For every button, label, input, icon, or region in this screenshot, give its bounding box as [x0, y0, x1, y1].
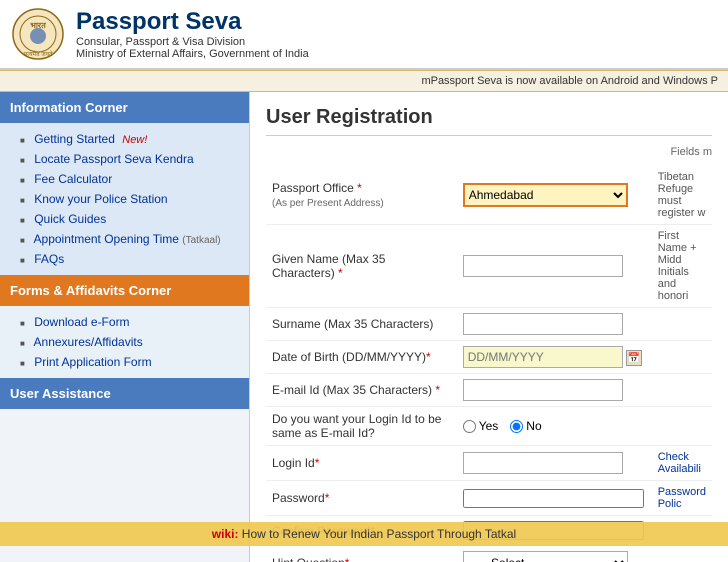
login-same-row: Do you want your Login Id to be same as …: [266, 407, 712, 446]
header-text: Passport Seva Consular, Passport & Visa …: [76, 8, 309, 60]
hint-question-row: Hint Question* ----- Select -----: [266, 546, 712, 562]
download-eform-link[interactable]: Download e-Form: [34, 315, 129, 329]
list-item[interactable]: Appointment Opening Time (Tatkaal): [0, 229, 249, 249]
subtitle-1: Consular, Passport & Visa Division: [76, 36, 309, 48]
passport-office-select[interactable]: Ahmedabad: [463, 183, 628, 207]
list-item[interactable]: Getting Started New!: [0, 129, 249, 149]
wiki-bar: wiki: How to Renew Your Indian Passport …: [0, 522, 728, 546]
radio-no[interactable]: [510, 420, 523, 433]
surname-input-cell: [457, 308, 650, 341]
email-input-cell: [457, 374, 650, 407]
appointment-opening-link[interactable]: Appointment Opening Time (Tatkaal): [34, 232, 221, 246]
surname-row: Surname (Max 35 Characters): [266, 308, 712, 341]
information-corner-nav: Getting Started New! Locate Passport Sev…: [0, 123, 249, 275]
list-item[interactable]: Quick Guides: [0, 209, 249, 229]
hint-question-label: Hint Question*: [266, 546, 457, 562]
list-item[interactable]: Download e-Form: [0, 312, 249, 332]
login-id-input-cell: [457, 446, 650, 481]
sidebar: Information Corner Getting Started New! …: [0, 92, 250, 562]
information-corner-header: Information Corner: [0, 92, 249, 123]
login-id-row: Login Id* Check Availabili: [266, 446, 712, 481]
user-assistance-header: User Assistance: [0, 378, 249, 409]
logo-icon: भारत सत्यमेव जयते: [12, 8, 64, 60]
password-policy-link[interactable]: Password Polic: [658, 486, 706, 510]
quick-guides-link[interactable]: Quick Guides: [34, 212, 106, 226]
know-police-station-link[interactable]: Know your Police Station: [34, 192, 167, 206]
main-layout: Information Corner Getting Started New! …: [0, 92, 728, 562]
calendar-icon[interactable]: 📅: [626, 350, 642, 366]
wiki-prefix: wiki:: [212, 527, 239, 541]
given-name-label: Given Name (Max 35 Characters) *: [266, 225, 457, 308]
login-same-label: Do you want your Login Id to be same as …: [266, 407, 457, 446]
password-input-cell: [457, 481, 650, 516]
header: भारत सत्यमेव जयते Passport Seva Consular…: [0, 0, 728, 70]
radio-yes-label[interactable]: Yes: [463, 419, 499, 433]
radio-yes[interactable]: [463, 420, 476, 433]
email-label: E-mail Id (Max 35 Characters) *: [266, 374, 457, 407]
login-id-input[interactable]: [463, 452, 623, 474]
svg-text:सत्यमेव जयते: सत्यमेव जयते: [23, 50, 53, 58]
password-policy-cell: Password Polic: [650, 481, 712, 516]
radio-no-label[interactable]: No: [510, 419, 541, 433]
content-area: User Registration Fields m Passport Offi…: [250, 92, 728, 562]
wiki-text: How to Renew Your Indian Passport Throug…: [242, 527, 516, 541]
login-same-radio-cell: Yes No: [457, 407, 650, 446]
hint-question-select-cell: ----- Select -----: [457, 546, 650, 562]
given-name-input-cell: [457, 225, 650, 308]
list-item[interactable]: Annexures/Affidavits: [0, 332, 249, 352]
passport-office-hint: Tibetan Refuge must register w: [650, 166, 712, 225]
registration-form: Passport Office * (As per Present Addres…: [266, 166, 712, 562]
list-item[interactable]: FAQs: [0, 249, 249, 269]
passport-office-row: Passport Office * (As per Present Addres…: [266, 166, 712, 225]
password-label: Password*: [266, 481, 457, 516]
subtitle-2: Ministry of External Affairs, Government…: [76, 48, 309, 60]
page-title: User Registration: [266, 106, 712, 136]
forms-corner-nav: Download e-Form Annexures/Affidavits Pri…: [0, 306, 249, 378]
dob-row: Date of Birth (DD/MM/YYYY)* 📅: [266, 341, 712, 374]
list-item[interactable]: Fee Calculator: [0, 169, 249, 189]
radio-group: Yes No: [463, 419, 644, 433]
forms-corner-header: Forms & Affidavits Corner: [0, 275, 249, 306]
list-item[interactable]: Know your Police Station: [0, 189, 249, 209]
email-input[interactable]: [463, 379, 623, 401]
email-row: E-mail Id (Max 35 Characters) *: [266, 374, 712, 407]
given-name-input[interactable]: [463, 255, 623, 277]
locate-kendra-link[interactable]: Locate Passport Seva Kendra: [34, 152, 193, 166]
getting-started-link[interactable]: Getting Started: [34, 132, 115, 146]
notification-bar: mPassport Seva is now available on Andro…: [0, 70, 728, 92]
annexures-link[interactable]: Annexures/Affidavits: [34, 335, 143, 349]
new-badge: New!: [122, 134, 147, 146]
list-item[interactable]: Locate Passport Seva Kendra: [0, 149, 249, 169]
given-name-hint: First Name + Midd Initials and honori: [650, 225, 712, 308]
hint-question-select[interactable]: ----- Select -----: [463, 551, 628, 562]
login-id-label: Login Id*: [266, 446, 457, 481]
check-availability-cell: Check Availabili: [650, 446, 712, 481]
fee-calculator-link[interactable]: Fee Calculator: [34, 172, 112, 186]
check-availability-link[interactable]: Check Availabili: [658, 451, 701, 475]
fields-note: Fields m: [266, 146, 712, 158]
print-form-link[interactable]: Print Application Form: [34, 355, 151, 369]
given-name-row: Given Name (Max 35 Characters) * First N…: [266, 225, 712, 308]
surname-input[interactable]: [463, 313, 623, 335]
password-row: Password* Password Polic: [266, 481, 712, 516]
dob-input[interactable]: [463, 346, 623, 368]
dob-label: Date of Birth (DD/MM/YYYY)*: [266, 341, 457, 374]
dob-input-cell: 📅: [457, 341, 650, 374]
passport-office-label: Passport Office * (As per Present Addres…: [266, 166, 457, 225]
passport-office-input-cell: Ahmedabad: [457, 166, 650, 225]
list-item[interactable]: Print Application Form: [0, 352, 249, 372]
password-input[interactable]: [463, 489, 644, 508]
surname-label: Surname (Max 35 Characters): [266, 308, 457, 341]
faqs-link[interactable]: FAQs: [34, 252, 64, 266]
site-title: Passport Seva: [76, 8, 309, 36]
